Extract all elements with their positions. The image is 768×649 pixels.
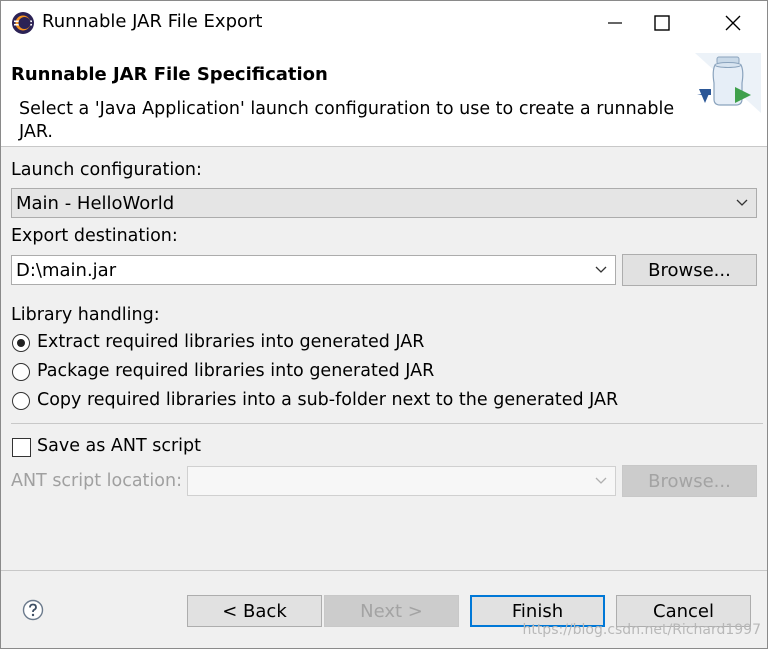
export-destination-input[interactable]: D:\main.jar (11, 255, 616, 285)
extract-libraries-radio[interactable] (12, 334, 30, 352)
radio-selected-dot (17, 339, 25, 347)
chevron-down-icon (728, 189, 756, 217)
help-icon[interactable] (22, 599, 44, 621)
package-libraries-label[interactable]: Package required libraries into generate… (37, 361, 434, 381)
save-ant-script-label[interactable]: Save as ANT script (37, 436, 201, 456)
minimize-button[interactable] (593, 3, 637, 43)
footer-divider (1, 570, 767, 571)
back-button[interactable]: < Back (187, 595, 322, 627)
save-ant-script-checkbox[interactable] (12, 438, 31, 457)
export-browse-button[interactable]: Browse... (622, 254, 757, 286)
chevron-down-icon (587, 256, 615, 284)
launch-config-combo[interactable]: Main - HelloWorld (11, 188, 757, 218)
eclipse-icon (11, 11, 35, 35)
maximize-button[interactable] (640, 3, 684, 43)
next-button: Next > (324, 595, 459, 627)
maximize-icon (654, 15, 670, 31)
wizard-banner: Runnable JAR File Specification Select a… (1, 45, 767, 147)
export-destination-value: D:\main.jar (16, 259, 117, 281)
package-libraries-radio[interactable] (12, 363, 30, 381)
close-button[interactable] (711, 3, 755, 43)
chevron-down-icon (587, 467, 615, 495)
window-title: Runnable JAR File Export (42, 11, 263, 32)
library-handling-label: Library handling: (11, 305, 160, 325)
launch-config-label: Launch configuration: (11, 160, 202, 180)
dialog-window: Runnable JAR File Export Runnable JAR Fi… (0, 0, 768, 649)
ant-location-input (187, 466, 616, 496)
watermark: https://blog.csdn.net/Richard1997 (522, 622, 761, 638)
title-bar: Runnable JAR File Export (1, 1, 767, 45)
minimize-icon (608, 22, 622, 24)
jar-export-icon (693, 53, 761, 113)
page-description: Select a 'Java Application' launch confi… (19, 99, 675, 142)
copy-libraries-radio[interactable] (12, 392, 30, 410)
export-destination-label: Export destination: (11, 226, 178, 246)
page-title: Runnable JAR File Specification (11, 64, 328, 85)
copy-libraries-label[interactable]: Copy required libraries into a sub-folde… (37, 390, 618, 410)
section-divider (11, 423, 763, 424)
ant-location-label: ANT script location: (11, 471, 182, 491)
ant-browse-button: Browse... (622, 465, 757, 497)
extract-libraries-label[interactable]: Extract required libraries into generate… (37, 332, 424, 352)
launch-config-value: Main - HelloWorld (16, 192, 175, 214)
close-icon (725, 15, 741, 31)
